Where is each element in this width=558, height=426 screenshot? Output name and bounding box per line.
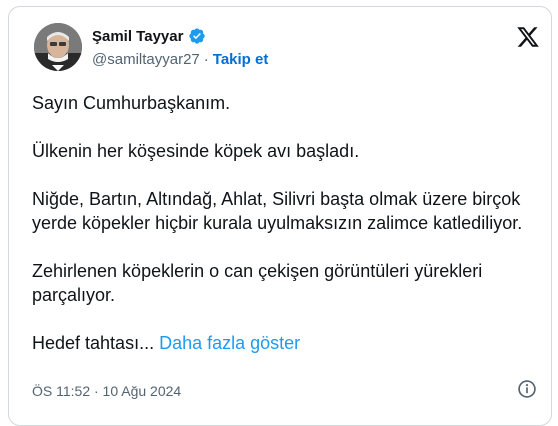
tweet-paragraph: Ülkenin her köşesinde köpek avı başladı. [32, 141, 360, 161]
tweet-timestamp[interactable]: ÖS 11:52 · 10 Ağu 2024 [32, 383, 181, 399]
separator-dot: · [203, 51, 209, 68]
handle-row: @samiltayyar27 · Takip et [92, 51, 268, 68]
avatar-photo [34, 23, 82, 71]
truncated-text: Hedef tahtası... [32, 333, 155, 353]
show-more-link[interactable]: Daha fazla göster [159, 333, 300, 353]
tweet-card: Şamil Tayyar @samiltayyar27 · Takip et S… [8, 6, 552, 426]
author-name-row: Şamil Tayyar [92, 27, 206, 45]
info-icon[interactable] [517, 379, 537, 399]
x-logo-icon[interactable] [516, 25, 540, 49]
tweet-paragraph: Zehirlenen köpeklerin o can çekişen görü… [32, 261, 483, 305]
author-name[interactable]: Şamil Tayyar [92, 28, 183, 45]
follow-button[interactable]: Takip et [213, 51, 269, 68]
author-handle[interactable]: @samiltayyar27 [92, 51, 200, 68]
tweet-paragraph: Sayın Cumhurbaşkanım. [32, 93, 231, 113]
tweet-body: Sayın Cumhurbaşkanım. Ülkenin her köşesi… [32, 91, 532, 355]
tweet-paragraph-truncated: Hedef tahtası... Daha fazla göster [32, 331, 532, 355]
author-avatar[interactable] [34, 23, 82, 71]
tweet-paragraph: Niğde, Bartın, Altındağ, Ahlat, Silivri … [32, 189, 523, 233]
verified-badge-icon [188, 27, 206, 45]
